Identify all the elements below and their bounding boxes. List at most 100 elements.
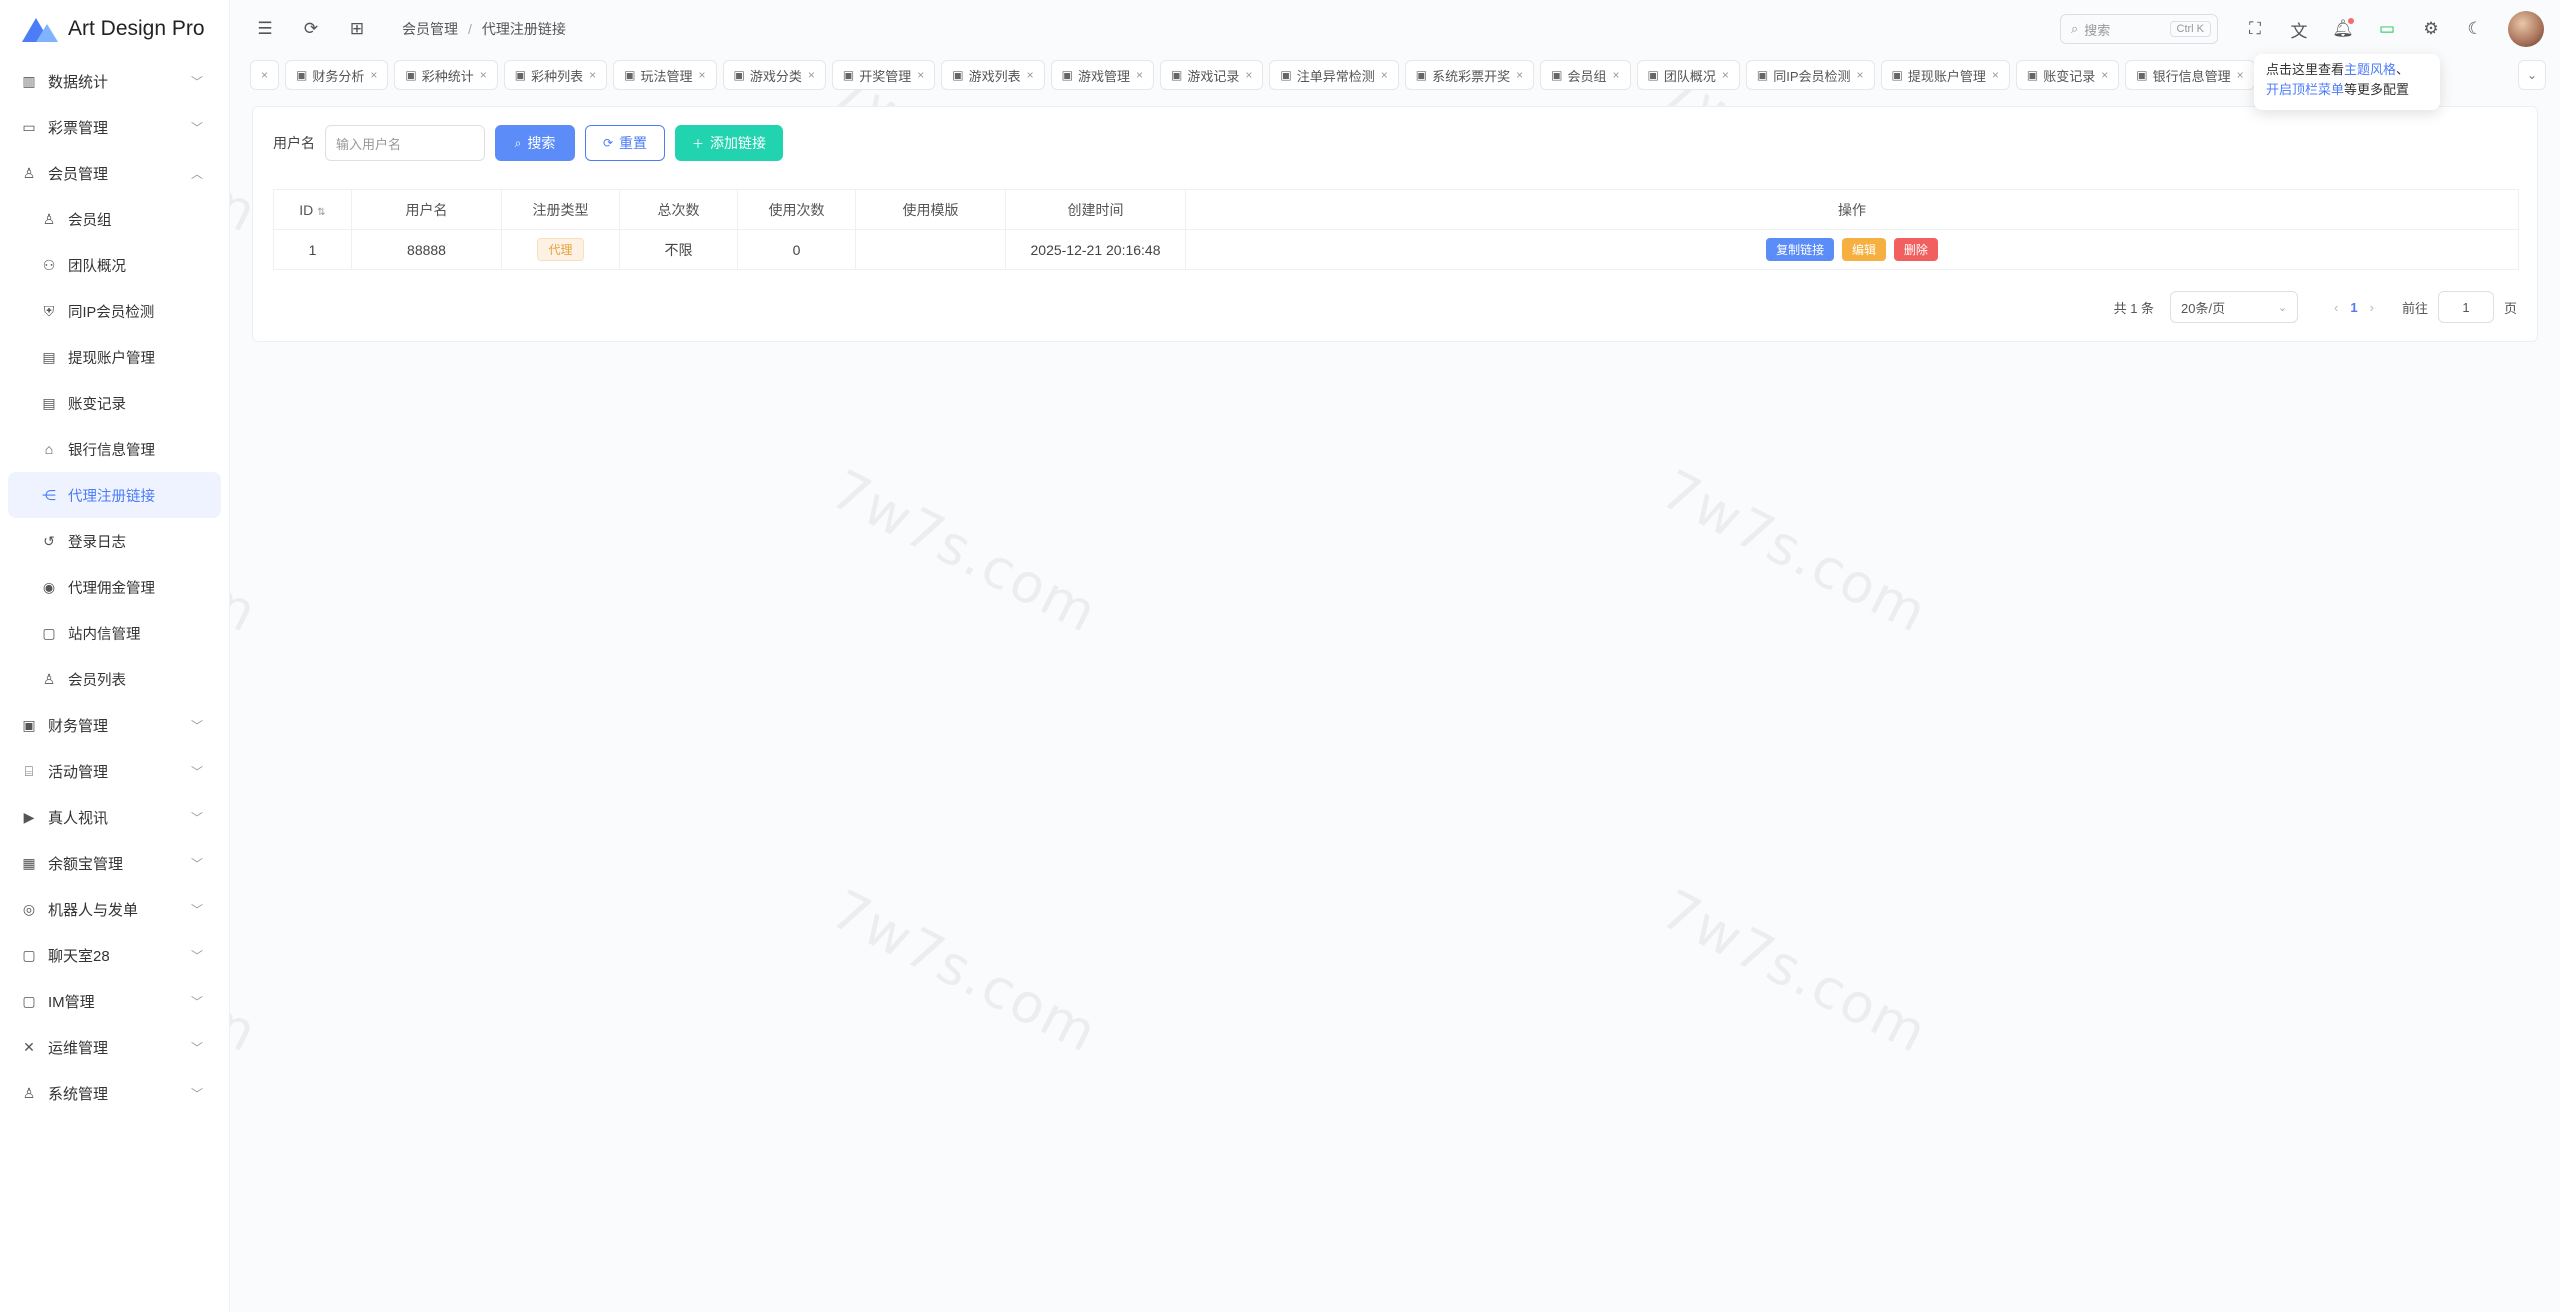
message-icon: ▢ (22, 992, 36, 1009)
sidebar-subitem[interactable]: ♙ 会员列表 (0, 656, 229, 702)
reset-button[interactable]: ⟳ 重置 (585, 125, 665, 161)
sidebar-item[interactable]: ♙ 会员管理 ︿ (0, 150, 229, 196)
links-table: ID ⇅ 用户名 注册类型 总次数 使用次数 使用模版 创建时间 操作 1 888… (273, 189, 2519, 270)
sidebar-subitem[interactable]: ⋲ 代理注册链接 (8, 472, 221, 518)
close-icon[interactable]: × (1381, 68, 1388, 82)
sidebar-item[interactable]: ▭ 彩票管理 ﹀ (0, 104, 229, 150)
sidebar-subitem[interactable]: ⌂ 银行信息管理 (0, 426, 229, 472)
close-icon[interactable]: × (2237, 68, 2244, 82)
cell-username: 88888 (351, 229, 502, 270)
settings-icon[interactable]: ⚙ (2420, 18, 2442, 40)
tab[interactable]: ▣ 游戏列表 × (941, 60, 1045, 90)
translate-icon[interactable]: 文 (2288, 18, 2310, 41)
dark-mode-icon[interactable]: ☾ (2464, 18, 2486, 40)
goto-page-input[interactable]: 1 (2437, 291, 2494, 323)
fullscreen-icon[interactable]: ⛶ (2244, 18, 2266, 40)
sidebar-subitem[interactable]: ▤ 提现账户管理 (0, 334, 229, 380)
sidebar-item[interactable]: ▶ 真人视讯 ﹀ (0, 794, 229, 840)
sidebar-subitem[interactable]: ▢ 站内信管理 (0, 610, 229, 656)
tab[interactable]: ▣ 开奖管理 × (831, 60, 936, 90)
tab[interactable]: ▣ 游戏记录 × (1160, 60, 1264, 90)
bell-icon[interactable]: 🔔︎ (2332, 18, 2354, 40)
sidebar-subitem[interactable]: ⛨ 同IP会员检测 (0, 288, 229, 334)
sidebar-item[interactable]: ▥ 数据统计 ﹀ (0, 58, 229, 104)
close-icon[interactable]: × (1027, 68, 1034, 82)
cell-type: 代理 (501, 229, 620, 270)
sidebar-item[interactable]: ▢ 聊天室28 ﹀ (0, 932, 229, 978)
close-icon[interactable]: × (480, 68, 487, 82)
close-icon[interactable]: × (1516, 68, 1523, 82)
add-link-button[interactable]: ＋ 添加链接 (675, 125, 783, 161)
tab[interactable]: ▣ 同IP会员检测 × (1745, 60, 1875, 90)
tab[interactable]: ▣ 系统彩票开奖 × (1404, 60, 1535, 90)
page-size-select[interactable]: 20条/页 ⌄ (2170, 291, 2299, 323)
tab[interactable]: ▣ 团队概况 × (1636, 60, 1740, 90)
pagination: 共 1 条 20条/页 ⌄ ‹ 1 › 前往 1 页 (2114, 291, 2517, 323)
search-button[interactable]: ⌕ 搜索 (495, 125, 575, 161)
close-icon[interactable]: × (370, 68, 377, 82)
tooltip-text: 等更多配置 (2344, 82, 2410, 97)
tooltip-link-theme[interactable]: 主题风格 (2344, 62, 2396, 77)
edit-button[interactable]: 编辑 (1841, 238, 1886, 261)
close-icon[interactable]: × (261, 68, 268, 82)
tab[interactable]: ▣ 注单异常检测 × (1269, 60, 1399, 90)
close-icon[interactable]: × (589, 68, 596, 82)
sidebar-item[interactable]: ◎ 机器人与发单 ﹀ (0, 886, 229, 932)
sidebar-subitem[interactable]: ⚇ 团队概况 (0, 242, 229, 288)
tab[interactable]: ▣ 财务分析 × (285, 60, 389, 90)
username-input[interactable]: 输入用户名 (325, 125, 485, 161)
sidebar-item[interactable]: ▣ 财务管理 ﹀ (0, 702, 229, 748)
refresh-icon[interactable]: ⟳ (300, 18, 322, 40)
sidebar-subitem[interactable]: ↺ 登录日志 (0, 518, 229, 564)
close-icon[interactable]: × (1857, 68, 1864, 82)
menu-toggle-icon[interactable]: ☰ (254, 18, 276, 40)
sidebar-subitem[interactable]: ▤ 账变记录 (0, 380, 229, 426)
breadcrumb-item[interactable]: 会员管理 (402, 19, 458, 39)
delete-button[interactable]: 删除 (1893, 238, 1938, 261)
brand[interactable]: Art Design Pro (0, 0, 229, 58)
tab[interactable]: ▣ 银行信息管理 × (2125, 60, 2255, 90)
tab[interactable]: ▣ 提现账户管理 × (1880, 60, 2010, 90)
close-icon[interactable]: × (1613, 68, 1620, 82)
sidebar-item[interactable]: ▦ 余额宝管理 ﹀ (0, 840, 229, 886)
next-page-icon[interactable]: › (2370, 300, 2374, 315)
sidebar-item[interactable]: ⌸ 活动管理 ﹀ (0, 748, 229, 794)
prev-page-icon[interactable]: ‹ (2334, 300, 2338, 315)
close-icon[interactable]: × (1992, 68, 1999, 82)
tab-label: 提现账户管理 (1907, 68, 1986, 84)
tab[interactable]: ▣ 游戏管理 × (1050, 60, 1155, 90)
tab-label: 同IP会员检测 (1773, 68, 1851, 84)
close-icon[interactable]: × (699, 68, 706, 82)
close-icon[interactable]: × (1136, 68, 1143, 82)
tooltip-link-topmenu[interactable]: 开启顶栏菜单 (2266, 82, 2344, 97)
sidebar-item[interactable]: ▢ IM管理 ﹀ (0, 978, 229, 1024)
tab-partial[interactable]: × (250, 60, 280, 90)
watermark: 7w7s.com (821, 877, 1109, 1066)
chat-icon[interactable]: ▭ (2376, 18, 2398, 40)
sidebar-subitem[interactable]: ◉ 代理佣金管理 (0, 564, 229, 610)
global-search[interactable]: ⌕ 搜索 Ctrl K (2060, 14, 2218, 44)
close-icon[interactable]: × (2101, 68, 2108, 82)
sidebar-subitem[interactable]: ♙ 会员组 (0, 196, 229, 242)
close-icon[interactable]: × (1245, 68, 1252, 82)
column-header-id[interactable]: ID ⇅ (273, 189, 352, 230)
tabs-more-chevron-down-icon[interactable]: ⌄ (2518, 60, 2546, 90)
copy-link-button[interactable]: 复制链接 (1766, 238, 1835, 261)
page-number-current[interactable]: 1 (2350, 300, 2357, 315)
tab[interactable]: ▣ 彩种统计 × (394, 60, 498, 90)
sidebar-item[interactable]: ♙ 系统管理 ﹀ (0, 1070, 229, 1116)
tab[interactable]: ▣ 会员组 × (1540, 60, 1631, 90)
tab[interactable]: ▣ 玩法管理 × (613, 60, 717, 90)
sidebar-subitem-label: 站内信管理 (68, 626, 141, 643)
sidebar-subitem-label: 提现账户管理 (68, 350, 155, 367)
close-icon[interactable]: × (808, 68, 815, 82)
close-icon[interactable]: × (917, 68, 924, 82)
avatar[interactable] (2508, 11, 2544, 47)
tab[interactable]: ▣ 账变记录 × (2015, 60, 2120, 90)
apps-grid-icon[interactable]: ⊞ (346, 18, 368, 40)
sidebar-item[interactable]: ✕ 运维管理 ﹀ (0, 1024, 229, 1070)
tab[interactable]: ▣ 彩种列表 × (503, 60, 608, 90)
close-icon[interactable]: × (1722, 68, 1729, 82)
tab[interactable]: ▣ 游戏分类 × (722, 60, 826, 90)
sort-icon[interactable]: ⇅ (317, 207, 325, 218)
